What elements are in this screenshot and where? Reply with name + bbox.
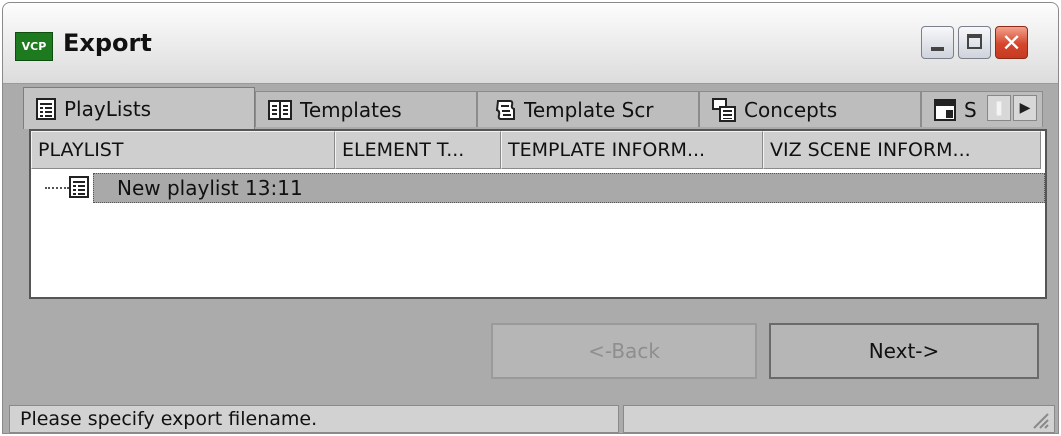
tab-scroll-right-button[interactable]: ▶ [1013,95,1037,121]
tab-label: Template Scr [524,97,654,122]
templates-icon [268,99,292,120]
tab-label: Concepts [744,97,838,122]
playlist-icon [69,176,89,198]
tab-concepts[interactable]: Concepts [699,91,921,127]
tree-connector [45,187,69,189]
chevron-left-icon: ❚ [993,100,1005,116]
playlist-icon [36,97,56,120]
back-button[interactable]: <-Back [491,323,757,379]
window-title: Export [63,29,152,57]
resize-grip-icon[interactable] [1030,410,1050,430]
tab-scroll-left-button[interactable]: ❚ [987,95,1011,121]
minimize-icon [931,47,944,51]
table-row[interactable]: New playlist 13:11 [31,173,1045,203]
playlist-name: New playlist 13:11 [117,176,303,200]
tab-label: S [964,97,977,122]
chevron-right-icon: ▶ [1019,100,1031,116]
title-bar[interactable]: VCP Export ✕ [3,3,1058,84]
column-header-viz-scene-information[interactable]: VIZ SCENE INFORM... [763,131,1041,169]
status-panel [623,405,1055,433]
column-header-playlist[interactable]: PLAYLIST [31,131,335,169]
next-button[interactable]: Next-> [769,323,1039,379]
maximize-button[interactable] [958,26,991,59]
tab-template-scripts[interactable]: Template Scr [477,91,699,127]
save-icon [934,98,956,121]
status-bar: Please specify export filename. [3,403,1058,433]
table-header: PLAYLIST ELEMENT T... TEMPLATE INFORM...… [31,131,1045,169]
export-window: VCP Export ✕ PlayLists Templates Templat… [2,2,1059,434]
tab-playlists[interactable]: PlayLists [23,87,255,129]
concepts-icon [712,97,736,122]
tab-label: PlayLists [64,96,152,121]
column-header-element-type[interactable]: ELEMENT T... [335,131,501,169]
script-icon [495,99,515,120]
tab-label: Templates [300,97,402,122]
app-logo-icon: VCP [15,32,53,61]
playlist-tree-table: PLAYLIST ELEMENT T... TEMPLATE INFORM...… [29,129,1047,299]
close-button[interactable]: ✕ [995,26,1028,59]
maximize-icon [967,34,982,49]
column-header-template-information[interactable]: TEMPLATE INFORM... [501,131,763,169]
tab-templates[interactable]: Templates [255,91,477,127]
status-message: Please specify export filename. [9,405,619,433]
close-icon: ✕ [1001,28,1022,57]
tab-strip: PlayLists Templates Template Scr Concept… [23,87,1043,129]
minimize-button[interactable] [921,26,954,59]
